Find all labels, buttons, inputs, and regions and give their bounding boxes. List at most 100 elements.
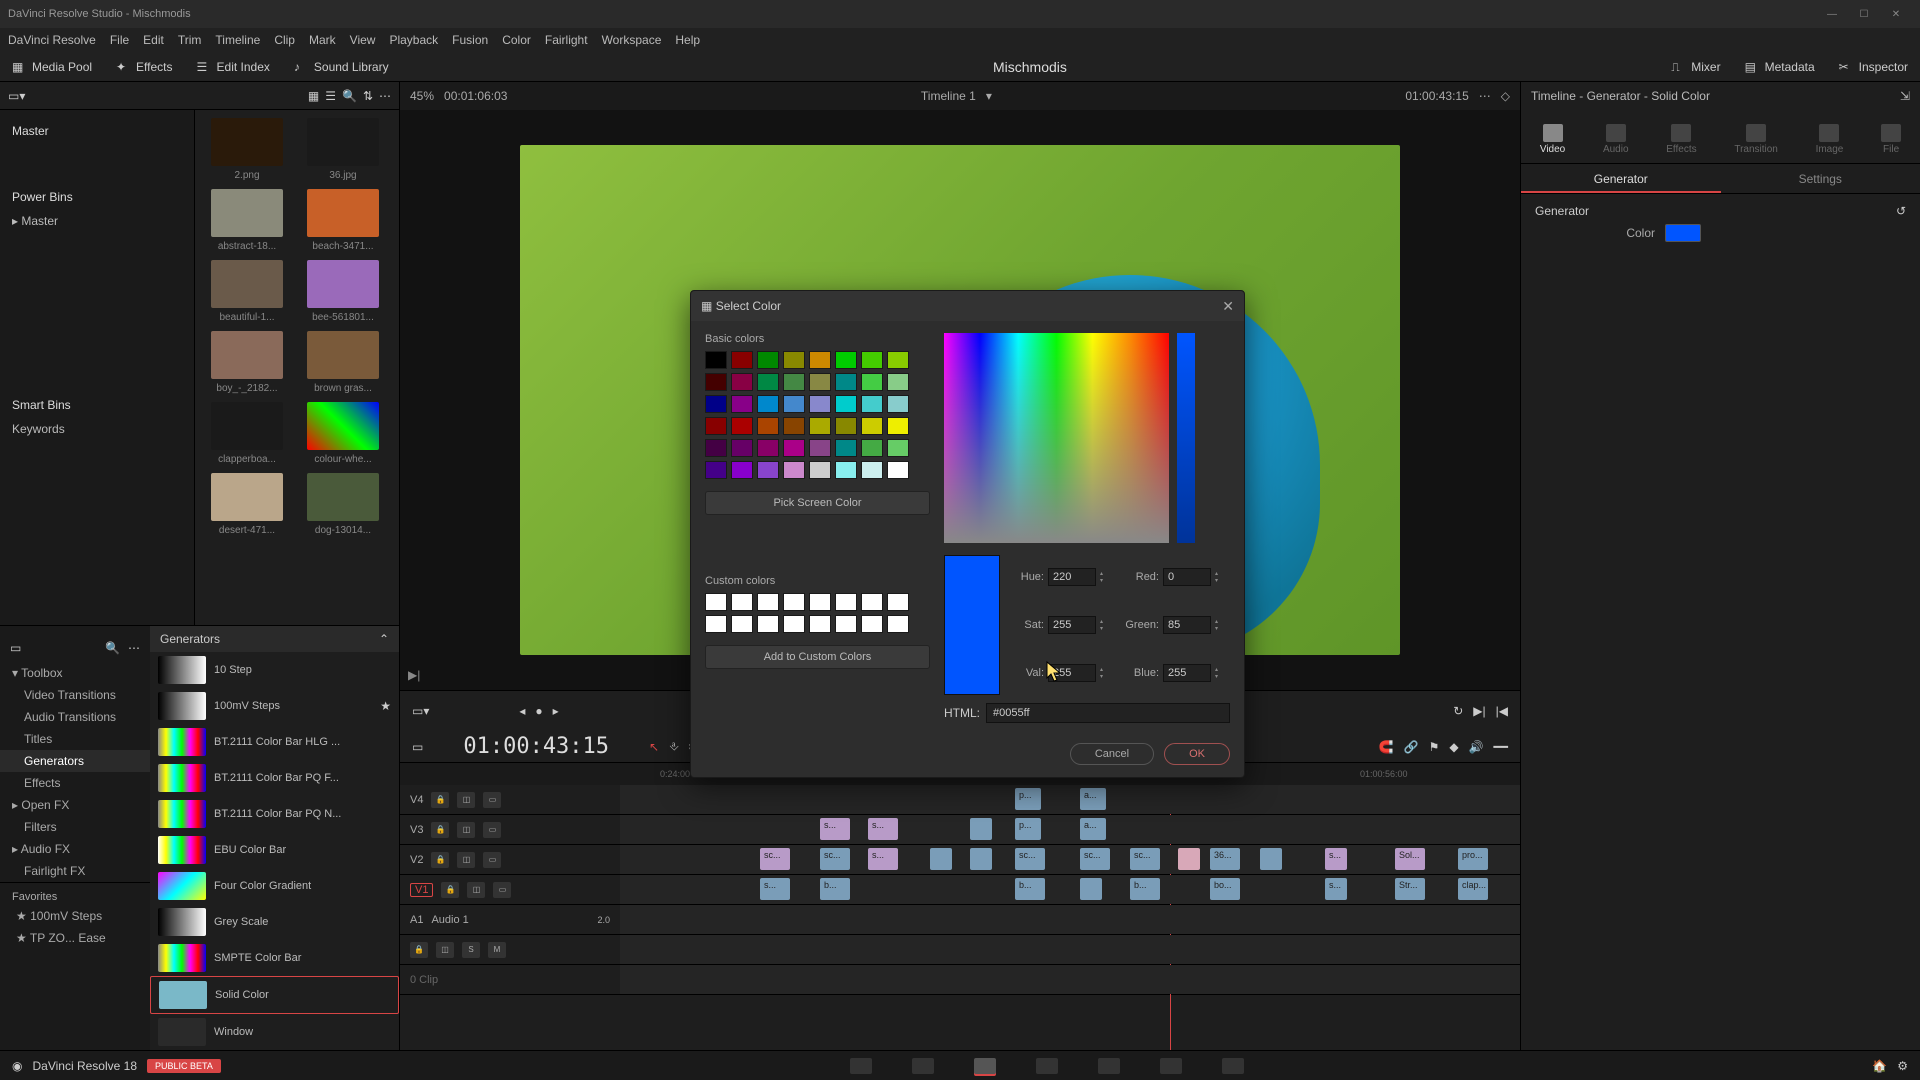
clip[interactable]: b... [1130,878,1160,900]
maximize-icon[interactable]: ☐ [1848,9,1880,20]
color-page-icon[interactable] [1098,1058,1120,1074]
basic-color-30[interactable] [861,417,883,435]
basic-color-44[interactable] [809,461,831,479]
clip[interactable]: p... [1015,788,1041,810]
saturation-value-picker[interactable] [944,333,1169,543]
clip[interactable]: s... [820,818,850,840]
clip[interactable]: b... [820,878,850,900]
basic-color-25[interactable] [731,417,753,435]
inspector-tab-video[interactable]: Video [1540,124,1565,155]
red-input[interactable] [1163,568,1211,586]
thumb-10[interactable]: desert-471... [203,473,291,536]
media-page-icon[interactable] [850,1058,872,1074]
basic-color-39[interactable] [887,439,909,457]
basic-color-34[interactable] [757,439,779,457]
clip[interactable]: sc... [1015,848,1045,870]
clip[interactable]: b... [1015,878,1045,900]
basic-color-24[interactable] [705,417,727,435]
basic-color-22[interactable] [861,395,883,413]
generator-100mv-steps[interactable]: 100mV Steps★ [150,688,399,724]
inspector-tab-image[interactable]: Image [1816,124,1844,155]
smart-bins-header[interactable]: Smart Bins [0,392,194,418]
more-icon[interactable]: ⋯ [379,89,391,103]
fx-generators[interactable]: Generators [0,750,150,772]
fx-openfx[interactable]: ▸ Open FX [0,794,150,816]
close-icon[interactable]: ✕ [1880,9,1912,20]
fairlight-page-icon[interactable] [1160,1058,1182,1074]
flag-icon[interactable]: ⚑ [1429,740,1440,754]
basic-color-6[interactable] [861,351,883,369]
generator-grey-scale[interactable]: Grey Scale [150,904,399,940]
inspector-expand-icon[interactable]: ⇲ [1900,89,1910,103]
last-frame-icon[interactable]: |◀ [1496,704,1508,718]
clip[interactable]: Str... [1395,878,1425,900]
master-bin[interactable]: Master [0,118,194,144]
basic-color-11[interactable] [783,373,805,391]
basic-color-33[interactable] [731,439,753,457]
generator-smpte-color-bar[interactable]: SMPTE Color Bar [150,940,399,976]
home-icon[interactable]: 🏠 [1872,1059,1887,1073]
keywords-bin[interactable]: Keywords [0,418,194,440]
edit-index-toggle[interactable]: ☰Edit Index [185,60,282,74]
basic-color-26[interactable] [757,417,779,435]
clip[interactable]: p... [1015,818,1041,840]
stop-icon[interactable]: ● [535,704,542,718]
generator-ebu-color-bar[interactable]: EBU Color Bar [150,832,399,868]
custom-color-14[interactable] [861,615,883,633]
auto-select-icon[interactable]: ◫ [467,882,485,898]
hue-spinner[interactable]: ▴▾ [1100,570,1103,584]
thumb-6[interactable]: boy_-_2182... [203,331,291,394]
inspector-tab-effects[interactable]: Effects [1666,124,1696,155]
minimize-icon[interactable]: — [1816,9,1848,20]
generator-bt-2111-color-bar-hlg-[interactable]: BT.2111 Color Bar HLG ... [150,724,399,760]
selection-tool-icon[interactable]: ↖ [649,740,659,754]
fav-item-0[interactable]: ★ 100mV Steps [12,905,138,927]
effects-toggle[interactable]: ✦Effects [104,60,184,74]
inspector-toggle[interactable]: ✂Inspector [1827,60,1920,74]
hue-slider[interactable] [1177,333,1195,543]
basic-color-3[interactable] [783,351,805,369]
menu-playback[interactable]: Playback [389,33,438,47]
basic-color-14[interactable] [861,373,883,391]
clip[interactable]: clap... [1458,878,1488,900]
basic-color-40[interactable] [705,461,727,479]
media-pool-toggle[interactable]: ▦Media Pool [0,60,104,74]
subtab-settings[interactable]: Settings [1721,164,1920,193]
power-bins-header[interactable]: Power Bins [0,184,194,210]
timeline-dropdown-icon[interactable]: ▾ [986,89,992,103]
subtab-generator[interactable]: Generator [1521,164,1721,193]
clip[interactable]: a... [1080,788,1106,810]
val-input[interactable] [1048,664,1096,682]
edit-page-icon[interactable] [974,1058,996,1074]
viewer-opts-icon[interactable]: ⋯ [1479,89,1491,103]
auto-select-icon[interactable]: ◫ [457,852,475,868]
basic-color-12[interactable] [809,373,831,391]
lock-icon[interactable]: 🔒 [441,882,459,898]
custom-color-10[interactable] [757,615,779,633]
auto-select-icon[interactable]: ◫ [457,792,475,808]
green-input[interactable] [1163,616,1211,634]
cancel-button[interactable]: Cancel [1070,743,1154,765]
clip[interactable]: sc... [1130,848,1160,870]
fx-fairlightfx[interactable]: Fairlight FX [0,860,150,882]
link-icon[interactable]: 🔗 [1404,740,1419,754]
menu-fairlight[interactable]: Fairlight [545,33,588,47]
timeline-timecode[interactable]: 01:00:43:15 [463,734,609,759]
menu-edit[interactable]: Edit [143,33,164,47]
lock-icon[interactable]: 🔒 [431,852,449,868]
thumb-9[interactable]: colour-whe... [299,402,387,465]
basic-color-19[interactable] [783,395,805,413]
basic-color-42[interactable] [757,461,779,479]
basic-color-28[interactable] [809,417,831,435]
thumb-4[interactable]: beautiful-1... [203,260,291,323]
basic-color-29[interactable] [835,417,857,435]
clip[interactable]: s... [868,818,898,840]
tl-zoom-slider[interactable]: ━━ [1494,740,1508,754]
color-swatch[interactable] [1665,224,1701,242]
basic-color-7[interactable] [887,351,909,369]
prev-edit-icon[interactable]: ◂ [519,704,525,718]
fx-more-icon[interactable]: ⋯ [128,641,140,655]
pick-screen-color-button[interactable]: Pick Screen Color [705,491,930,515]
custom-color-12[interactable] [809,615,831,633]
fusion-page-icon[interactable] [1036,1058,1058,1074]
